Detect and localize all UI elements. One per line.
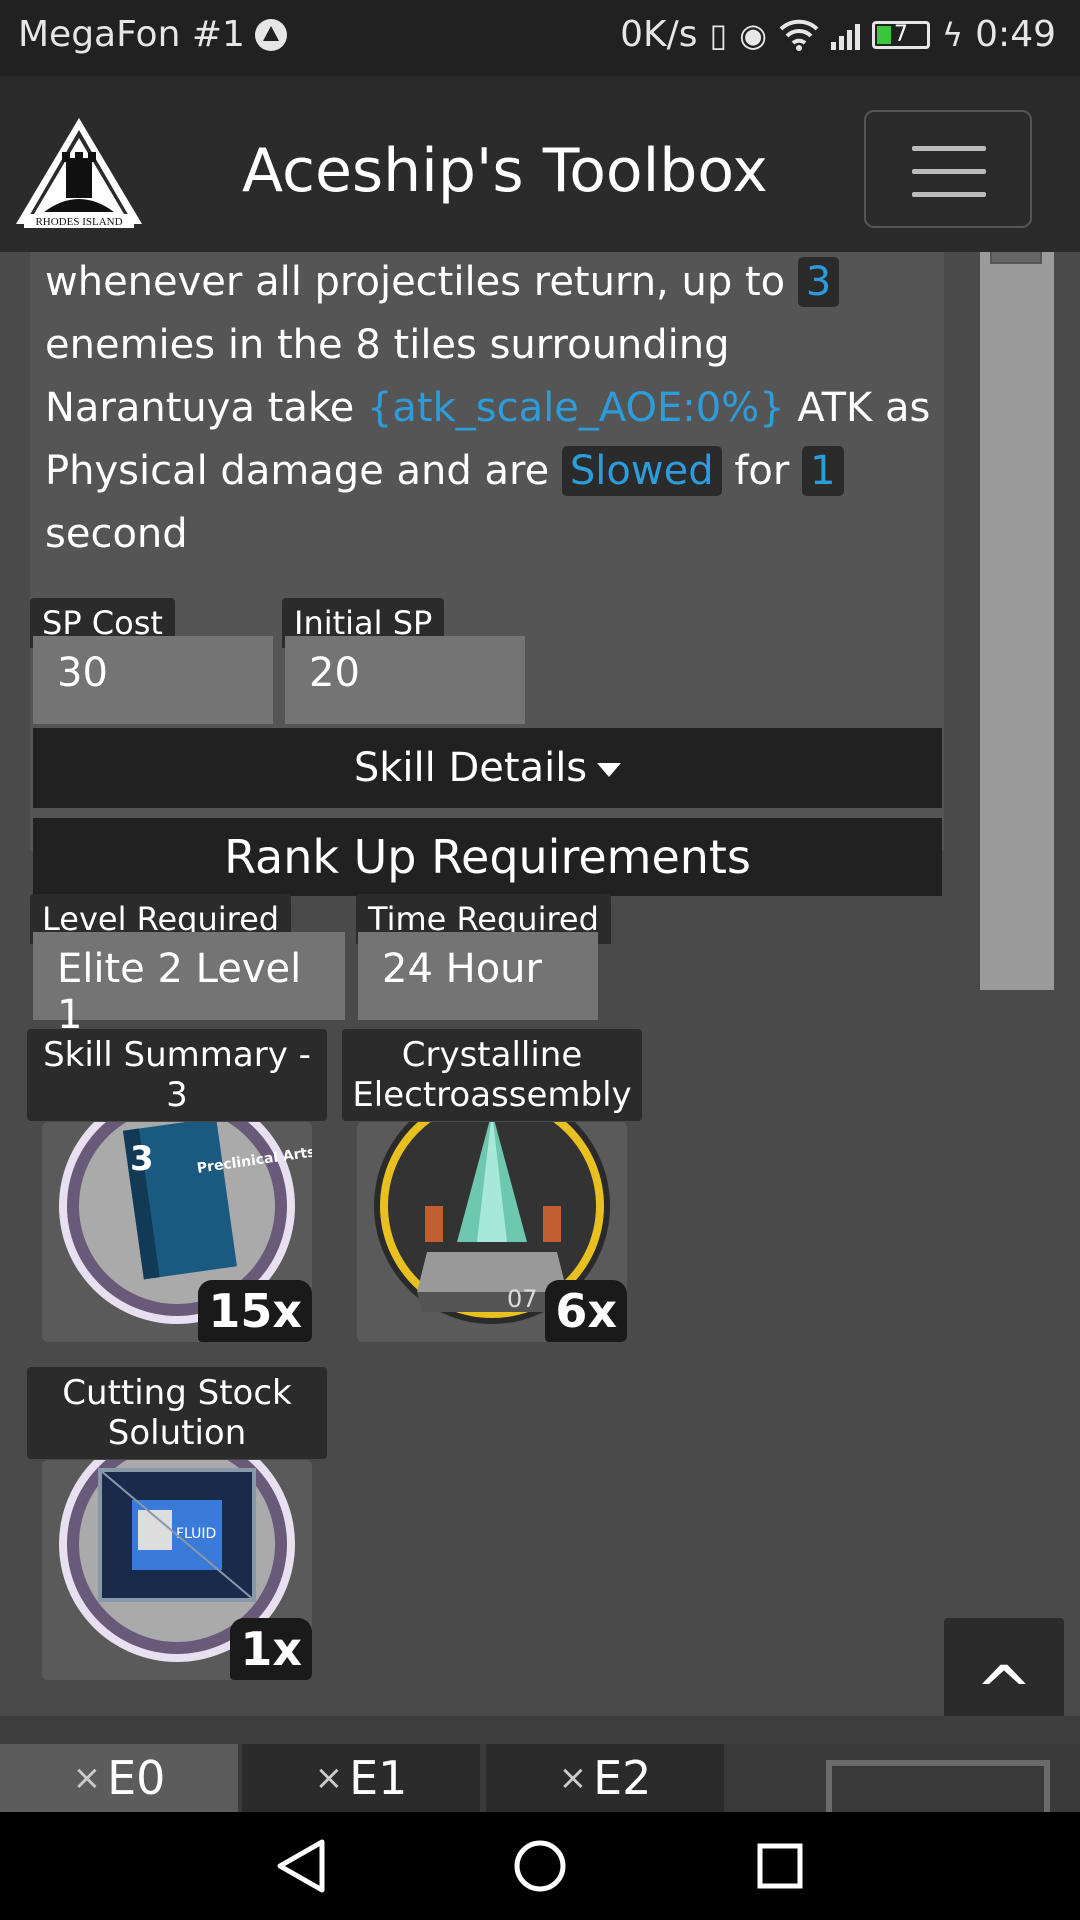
description-text: enemies in the 8 tiles surrounding: [45, 322, 730, 368]
material-name: Crystalline Electroassembly: [342, 1029, 642, 1121]
description-line: Physical damage and are Slowed for 1: [45, 440, 935, 503]
skill-description: ATK as Physical damage; per attack,whene…: [45, 252, 935, 566]
home-icon[interactable]: [480, 1812, 600, 1920]
tab-label: E2: [593, 1751, 652, 1805]
elite-tabs: ⨯ E0 ⨯ E1 ⨯ E2: [0, 1744, 1080, 1812]
description-term: Slowed: [561, 446, 722, 496]
signal-icon: [831, 20, 861, 50]
rank-up-heading: Rank Up Requirements: [33, 818, 942, 896]
tab-divider: [0, 1716, 1080, 1744]
tab-e1[interactable]: ⨯ E1: [242, 1744, 480, 1812]
status-left: MegaFon #1: [18, 14, 287, 55]
tab-label: E1: [349, 1751, 408, 1805]
svg-text:3: 3: [130, 1139, 154, 1179]
description-line: second: [45, 503, 935, 566]
description-text: Physical damage and are: [45, 448, 562, 494]
material-count: 15x: [198, 1280, 312, 1342]
main-content[interactable]: ATK as Physical damage; per attack,whene…: [0, 252, 1080, 1812]
description-line: Narantuya take {atk_scale_AOE:0%} ATK as: [45, 377, 935, 440]
skill-details-label: Skill Details: [353, 745, 588, 791]
app-title[interactable]: Aceship's Toolbox: [242, 136, 768, 206]
material-name: Cutting Stock Solution: [27, 1367, 327, 1459]
charging-icon: ϟ: [942, 15, 964, 54]
description-text: whenever all projectiles return, up to: [45, 259, 798, 305]
battery-icon: 7: [872, 20, 931, 49]
description-text: for: [721, 448, 803, 494]
skill-details-button[interactable]: Skill Details: [33, 728, 942, 808]
elite-2-icon: ⨯: [558, 1758, 588, 1798]
wifi-icon: [779, 19, 819, 51]
tab-e0[interactable]: ⨯ E0: [0, 1744, 238, 1812]
description-text: ATK as: [784, 385, 931, 431]
material-name: Skill Summary - 3: [27, 1029, 327, 1121]
material-card[interactable]: Preclinical Arts 3 15x: [42, 1122, 312, 1342]
app-header: RHODES ISLAND Aceship's Toolbox: [0, 76, 1080, 252]
material-card[interactable]: 07 6x: [357, 1122, 627, 1342]
network-speed: 0K/s: [620, 14, 698, 55]
clock: 0:49: [975, 14, 1056, 55]
time-required-value: 24 Hour: [358, 932, 598, 1020]
menu-icon-bar: [912, 192, 986, 197]
eye-icon: ◉: [739, 15, 768, 54]
carrier-label: MegaFon #1: [18, 14, 245, 55]
recents-icon[interactable]: [720, 1812, 840, 1920]
material-card[interactable]: FLUID 1x: [42, 1460, 312, 1680]
menu-icon-bar: [912, 146, 986, 151]
material-count: 1x: [230, 1618, 312, 1680]
menu-icon-bar: [912, 169, 986, 174]
description-text: Narantuya take: [45, 385, 367, 431]
svg-text:07: 07: [507, 1285, 538, 1313]
status-right: 0K/s ▯ ◉ 7 ϟ 0:49: [620, 14, 1056, 55]
hamburger-menu-button[interactable]: [864, 110, 1032, 228]
elite-0-icon: ⨯: [72, 1758, 102, 1798]
vibrate-icon: ▯: [709, 15, 728, 54]
description-line: enemies in the 8 tiles surrounding: [45, 314, 935, 377]
material-count: 6x: [545, 1280, 627, 1342]
elite-1-icon: ⨯: [314, 1758, 344, 1798]
description-line: whenever all projectiles return, up to 3: [45, 252, 935, 314]
battery-level: 7: [894, 21, 909, 47]
description-term: 1: [802, 446, 844, 496]
caret-down-icon: [597, 763, 622, 777]
description-variable: {atk_scale_AOE:0%}: [366, 385, 785, 431]
description-term: 3: [797, 257, 840, 307]
tab-e2[interactable]: ⨯ E2: [486, 1744, 724, 1812]
tab-label: E0: [107, 1751, 166, 1805]
description-text: second: [45, 511, 188, 557]
sp-cost-value: 30: [33, 636, 273, 724]
level-required-value: Elite 2 Level 1: [33, 932, 345, 1038]
logo-text: RHODES ISLAND: [35, 216, 122, 228]
carrier-icon: [254, 18, 287, 51]
back-icon[interactable]: [240, 1812, 360, 1920]
system-navigation-bar: [0, 1812, 1080, 1920]
initial-sp-value: 20: [285, 636, 525, 724]
scrollbar-thumb[interactable]: [990, 252, 1042, 264]
tab-placeholder[interactable]: [826, 1760, 1050, 1812]
status-bar: MegaFon #1 0K/s ▯ ◉ 7 ϟ 0:49: [0, 0, 1080, 76]
scrollbar[interactable]: [980, 252, 1054, 990]
rhodes-island-logo[interactable]: RHODES ISLAND: [14, 116, 144, 228]
